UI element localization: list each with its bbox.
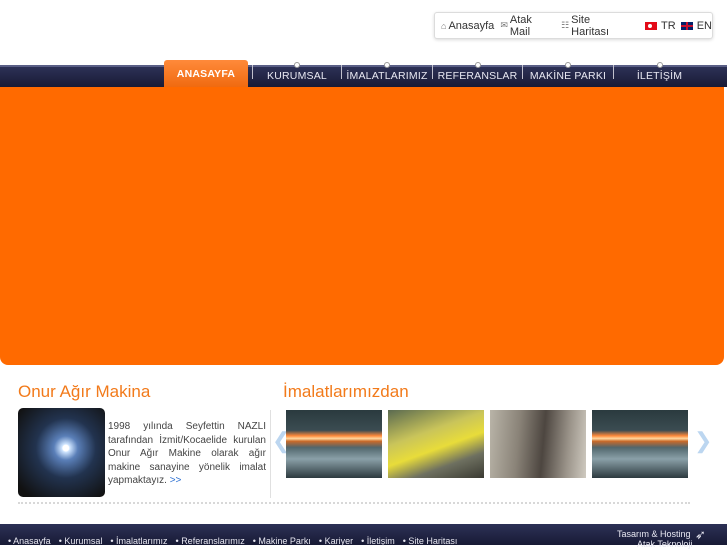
nav-item-label: KURUMSAL <box>267 70 327 82</box>
nav-dot-icon <box>294 62 300 68</box>
credit-line-1: Tasarım & Hosting <box>617 529 691 539</box>
nav-item-makine-parki[interactable]: MAKİNE PARKI <box>523 62 613 87</box>
nav-item-imalatlarimiz[interactable]: İMALATLARIMIZ <box>342 62 432 87</box>
flag-en-icon <box>680 21 693 30</box>
arrow-right-icon[interactable]: ❯ <box>694 430 712 452</box>
sitemap-icon: ☷ <box>561 20 570 30</box>
product-thumb[interactable] <box>490 410 586 478</box>
nav-dot-icon <box>474 62 481 68</box>
flag-tr-icon <box>645 21 658 30</box>
home-link[interactable]: ⌂ Anasayfa <box>441 20 494 32</box>
nav-dot-icon <box>384 62 390 68</box>
home-link-label: Anasayfa <box>448 19 495 32</box>
nav-item-kurumsal[interactable]: KURUMSAL <box>253 62 341 87</box>
language-tr-label: TR <box>661 19 676 32</box>
language-en[interactable]: EN <box>680 19 712 32</box>
sitemap-link-label: Site Haritası <box>571 13 610 38</box>
arrow-left-icon[interactable]: ❮ <box>272 430 290 452</box>
nav-item-anasayfa[interactable]: ANASAYFA <box>164 60 248 87</box>
nav-item-referanslar[interactable]: REFERANSLAR <box>433 62 522 87</box>
nav-item-label: ANASAYFA <box>176 67 236 80</box>
nav-item-label: İLETİŞİM <box>636 70 683 82</box>
language-en-label: EN <box>696 19 712 32</box>
credit-line-2: Atak Teknoloji <box>637 539 693 549</box>
nav-dot-icon <box>656 62 663 68</box>
hero-banner <box>0 87 724 365</box>
read-more-link[interactable]: >> <box>170 475 182 486</box>
nav-item-iletisim[interactable]: İLETİŞİM <box>614 62 705 87</box>
nav-item-label: İMALATLARIMIZ <box>346 70 428 82</box>
products-title: İmalatlarımızdan <box>283 382 409 401</box>
nav-item-label: REFERANSLAR <box>437 70 518 82</box>
main-nav: ANASAYFA KURUMSAL İMALATLARIMIZ REFERANS… <box>164 60 705 87</box>
credit-link[interactable]: Tasarım & Hosting Atak Teknoloji <box>617 529 692 549</box>
product-thumb[interactable] <box>592 410 688 478</box>
language-tr[interactable]: TR <box>645 20 676 32</box>
welding-photo <box>18 408 105 497</box>
home-icon: ⌂ <box>441 20 447 31</box>
mail-icon: ✉ <box>500 20 508 30</box>
sitemap-link[interactable]: ☷ Site Haritası <box>561 14 631 38</box>
nav-dot-icon <box>565 62 571 68</box>
content-divider <box>270 410 271 498</box>
atak-logo-icon: ➶ <box>695 527 706 542</box>
product-thumb[interactable] <box>388 410 484 478</box>
top-utility-bar: ⌂ Anasayfa ✉ Atak Mail ☷ Site Haritası T… <box>434 12 713 39</box>
mail-link[interactable]: ✉ Atak Mail <box>500 14 555 38</box>
mail-link-label: Atak Mail <box>509 13 532 38</box>
dotted-divider <box>18 502 690 504</box>
nav-item-label: MAKİNE PARKI <box>529 70 607 82</box>
about-text: 1998 yılında Seyfettin NAZLI tarafından … <box>108 420 266 488</box>
about-title: Onur Ağır Makina <box>18 382 151 401</box>
about-paragraph: 1998 yılında Seyfettin NAZLI tarafından … <box>108 421 266 486</box>
product-thumb[interactable] <box>286 410 382 478</box>
